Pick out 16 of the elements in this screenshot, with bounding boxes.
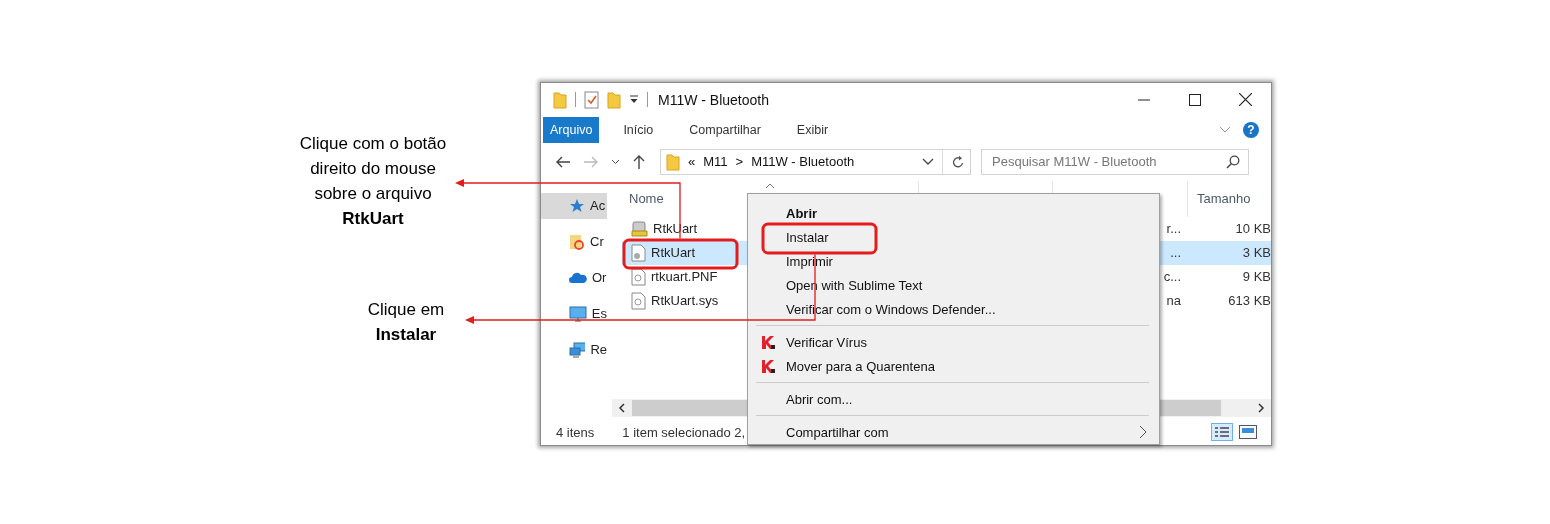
annotation-text: Clique em Instalar xyxy=(366,299,446,346)
file-name: RtkUart.sys xyxy=(622,291,719,310)
table-cell: 9 KB xyxy=(1242,269,1271,285)
item-count: 4 itens xyxy=(555,424,595,440)
window-title: M11W - Bluetooth xyxy=(658,91,769,108)
table-cell-text: ... xyxy=(1170,245,1182,261)
annotation-text: Clique com o botão direito do mouse sobre o arquivo RtkUart xyxy=(298,133,448,230)
selection-status: 1 item selecionado 2, xyxy=(622,424,746,440)
table-cell: 3 KB xyxy=(1242,245,1271,261)
table-cell-text: na xyxy=(1166,293,1182,309)
table-cell: 10 KB xyxy=(1235,221,1271,237)
file-name: rtkuart.PNF xyxy=(622,267,718,286)
table-cell-text: c... xyxy=(1163,269,1182,285)
table-cell: 613 KB xyxy=(1228,293,1271,309)
file-name: RtkUart xyxy=(622,243,696,262)
table-cell-text: r... xyxy=(1166,221,1182,237)
